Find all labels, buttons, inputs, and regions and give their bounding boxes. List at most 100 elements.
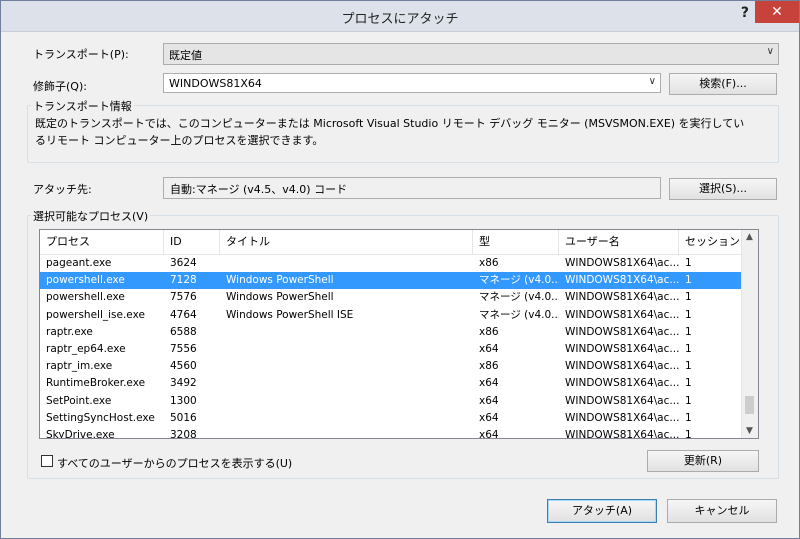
cell-id: 6588 [170, 325, 197, 338]
table-row[interactable]: RuntimeBroker.exe 3492 x64 WINDOWS81X64\ac.… [40, 375, 742, 392]
select-code-type-button[interactable]: 選択(S)... [669, 178, 777, 200]
cell-process: SkyDrive.exe [46, 428, 115, 439]
cell-process: powershell.exe [46, 291, 125, 304]
help-icon[interactable]: ? [741, 5, 749, 21]
cell-process: raptr_ep64.exe [46, 342, 126, 355]
cell-session: 1 [685, 360, 692, 373]
cell-username: WINDOWS81X64\ac... [565, 308, 679, 321]
cell-id: 1300 [170, 394, 197, 407]
cell-title [220, 341, 473, 358]
chevron-down-icon[interactable]: ∨ [649, 76, 656, 87]
transport-select[interactable]: 既定値 ∨ [163, 43, 779, 65]
cell-session: 1 [685, 274, 692, 287]
cell-id: 4560 [170, 360, 197, 373]
cell-title: Windows PowerShell [226, 274, 334, 287]
process-rows: pageant.exe 3624 x86 WINDOWS81X64\ac... 1 pow… [40, 255, 742, 439]
cell-type: x64 [479, 428, 499, 439]
cell-session: 1 [685, 428, 692, 439]
table-row[interactable]: powershell.exe 7128 Windows PowerShell マネージ… [40, 272, 742, 290]
title-bar: プロセスにアタッチ ? ✕ [1, 1, 799, 32]
cell-id: 7556 [170, 342, 197, 355]
scroll-down-icon[interactable]: ▼ [746, 426, 753, 436]
process-list-header: プロセス ID タイトル 型 ユーザー名 セッション [40, 230, 742, 255]
cell-process: SetPoint.exe [46, 394, 112, 407]
cell-session: 1 [685, 377, 692, 390]
column-header-session[interactable]: セッション [679, 230, 742, 254]
attach-button[interactable]: アタッチ(A) [547, 499, 657, 523]
attach-to-process-dialog: プロセスにアタッチ ? ✕ トランスポート(P): 既定値 ∨ 修飾子(Q): … [0, 0, 800, 539]
cell-username: WINDOWS81X64\ac... [565, 394, 679, 407]
vertical-scrollbar[interactable]: ▲ ▼ [741, 230, 758, 438]
cell-process: SettingSyncHost.exe [46, 411, 155, 424]
cell-session: 1 [685, 411, 692, 424]
cell-id: 7576 [170, 291, 197, 304]
find-button[interactable]: 検索(F)... [669, 73, 777, 95]
processes-title: 選択可能なプロセス(V) [31, 208, 151, 224]
cell-id: 3624 [170, 257, 197, 269]
cell-title [220, 358, 473, 375]
column-header-title[interactable]: タイトル [220, 230, 473, 254]
process-list[interactable]: プロセス ID タイトル 型 ユーザー名 セッション pageant.exe 36… [39, 229, 759, 439]
table-row[interactable]: pageant.exe 3624 x86 WINDOWS81X64\ac... 1 [40, 255, 742, 272]
cell-title [220, 410, 473, 427]
table-row[interactable]: SkyDrive.exe 3208 x64 WINDOWS81X64\ac... 1 [40, 427, 742, 439]
cell-session: 1 [685, 342, 692, 355]
qualifier-label: 修飾子(Q): [33, 80, 87, 93]
cell-type: x86 [479, 360, 499, 373]
cell-type: マネージ (v4.0... [479, 308, 559, 321]
cell-process: powershell_ise.exe [46, 308, 145, 321]
qualifier-value: WINDOWS81X64 [169, 77, 262, 90]
transport-info-title: トランスポート情報 [31, 98, 134, 114]
cell-session: 1 [685, 394, 692, 407]
cancel-button[interactable]: キャンセル [667, 499, 777, 523]
transport-label: トランスポート(P): [33, 48, 129, 61]
transport-value: 既定値 [169, 49, 202, 62]
cell-username: WINDOWS81X64\ac... [565, 291, 679, 304]
cell-process: pageant.exe [46, 257, 112, 269]
cell-id: 3208 [170, 428, 197, 439]
cell-type: x64 [479, 377, 499, 390]
cell-username: WINDOWS81X64\ac... [565, 360, 679, 373]
cell-username: WINDOWS81X64\ac... [565, 411, 679, 424]
table-row[interactable]: raptr_ep64.exe 7556 x64 WINDOWS81X64\ac... 1 [40, 341, 742, 358]
cell-id: 7128 [170, 274, 197, 287]
cell-type: x86 [479, 325, 499, 338]
close-button[interactable]: ✕ [755, 1, 799, 23]
cell-type: x64 [479, 342, 499, 355]
cell-type: マネージ (v4.0... [479, 274, 559, 287]
cell-session: 1 [685, 308, 692, 321]
cell-type: x86 [479, 257, 499, 269]
cell-title [220, 393, 473, 410]
cell-type: マネージ (v4.0... [479, 291, 559, 304]
column-header-process[interactable]: プロセス [40, 230, 164, 254]
scroll-up-icon[interactable]: ▲ [746, 232, 753, 242]
dialog-title: プロセスにアタッチ [341, 12, 459, 27]
table-row[interactable]: raptr_im.exe 4560 x86 WINDOWS81X64\ac... 1 [40, 358, 742, 375]
table-row[interactable]: raptr.exe 6588 x86 WINDOWS81X64\ac... 1 [40, 324, 742, 341]
cell-username: WINDOWS81X64\ac... [565, 377, 679, 390]
cell-id: 3492 [170, 377, 197, 390]
scroll-thumb[interactable] [745, 396, 754, 414]
show-all-users-checkbox[interactable] [41, 455, 53, 467]
column-header-type[interactable]: 型 [473, 230, 559, 254]
cell-title [220, 375, 473, 392]
show-all-users-label[interactable]: すべてのユーザーからのプロセスを表示する(U) [57, 455, 292, 471]
qualifier-input[interactable]: WINDOWS81X64 ∨ [163, 73, 661, 93]
table-row[interactable]: SetPoint.exe 1300 x64 WINDOWS81X64\ac... 1 [40, 393, 742, 410]
cell-session: 1 [685, 257, 692, 269]
column-header-id[interactable]: ID [164, 230, 220, 254]
cell-process: raptr.exe [46, 325, 93, 338]
refresh-button[interactable]: 更新(R) [647, 450, 759, 472]
attach-to-value: 自動:マネージ (v4.5、v4.0) コード [170, 183, 348, 196]
table-row[interactable]: SettingSyncHost.exe 5016 x64 WINDOWS81X64\a… [40, 410, 742, 427]
cell-title [220, 255, 473, 272]
cell-session: 1 [685, 325, 692, 338]
cell-type: x64 [479, 394, 499, 407]
cell-title [220, 324, 473, 341]
table-row[interactable]: powershell_ise.exe 4764 Windows PowerShell… [40, 307, 742, 324]
cell-username: WINDOWS81X64\ac... [565, 342, 679, 355]
transport-info-description: 既定のトランスポートでは、このコンピューターまたは Microsoft Visu… [35, 117, 745, 147]
column-header-username[interactable]: ユーザー名 [559, 230, 679, 254]
attach-to-label: アタッチ先: [33, 183, 92, 196]
table-row[interactable]: powershell.exe 7576 Windows PowerShell マネージ… [40, 289, 742, 306]
